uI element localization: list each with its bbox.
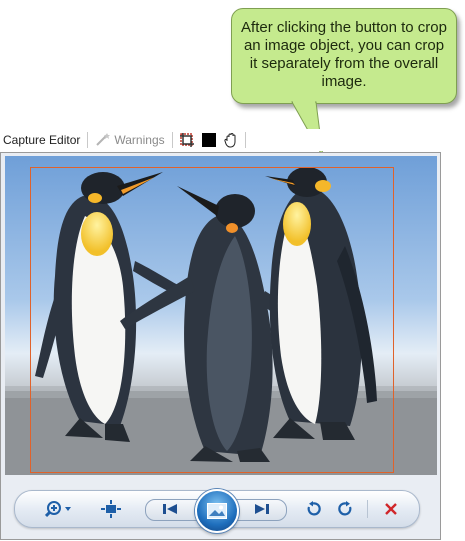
toolbar-separator <box>171 132 173 148</box>
fit-to-window-icon <box>101 500 121 518</box>
hand-pan-icon <box>224 133 236 148</box>
toolbar-separator <box>87 132 89 148</box>
wand-icon <box>96 133 111 146</box>
delete-icon <box>385 503 397 515</box>
callout-text: After clicking the button to crop an ima… <box>241 19 447 90</box>
penguins-picture <box>5 156 437 475</box>
pan-button[interactable] <box>222 131 240 149</box>
editor-toolbar: Capture Editor Warnings <box>0 129 445 151</box>
image-frame <box>0 152 441 540</box>
rotate-left-button[interactable] <box>302 499 324 519</box>
penguins-image <box>5 156 437 475</box>
next-icon <box>255 504 269 514</box>
crop-object-icon <box>179 133 194 147</box>
fit-to-window-button[interactable] <box>99 499 123 519</box>
zoom-icon <box>45 501 71 518</box>
previous-button[interactable] <box>155 499 185 519</box>
view-image-icon <box>207 503 227 519</box>
previous-icon <box>163 504 177 514</box>
viewer-control-bar <box>14 489 420 533</box>
warnings-label: Warnings <box>114 133 165 147</box>
callout-bubble: After clicking the button to crop an ima… <box>231 8 457 104</box>
warnings-button[interactable]: Warnings <box>91 133 168 147</box>
crop-object-button[interactable] <box>178 131 196 149</box>
rotate-right-button[interactable] <box>335 499 357 519</box>
color-swatch-icon[interactable] <box>201 133 216 147</box>
next-button[interactable] <box>247 499 277 519</box>
view-image-button[interactable] <box>195 489 239 533</box>
editor-title: Capture Editor <box>3 133 81 147</box>
bar-separator <box>367 500 368 518</box>
toolbar-separator <box>244 132 246 148</box>
zoom-button[interactable] <box>43 499 77 519</box>
rotate-right-icon <box>338 501 352 516</box>
delete-button[interactable] <box>380 499 402 519</box>
rotate-left-icon <box>307 501 321 516</box>
